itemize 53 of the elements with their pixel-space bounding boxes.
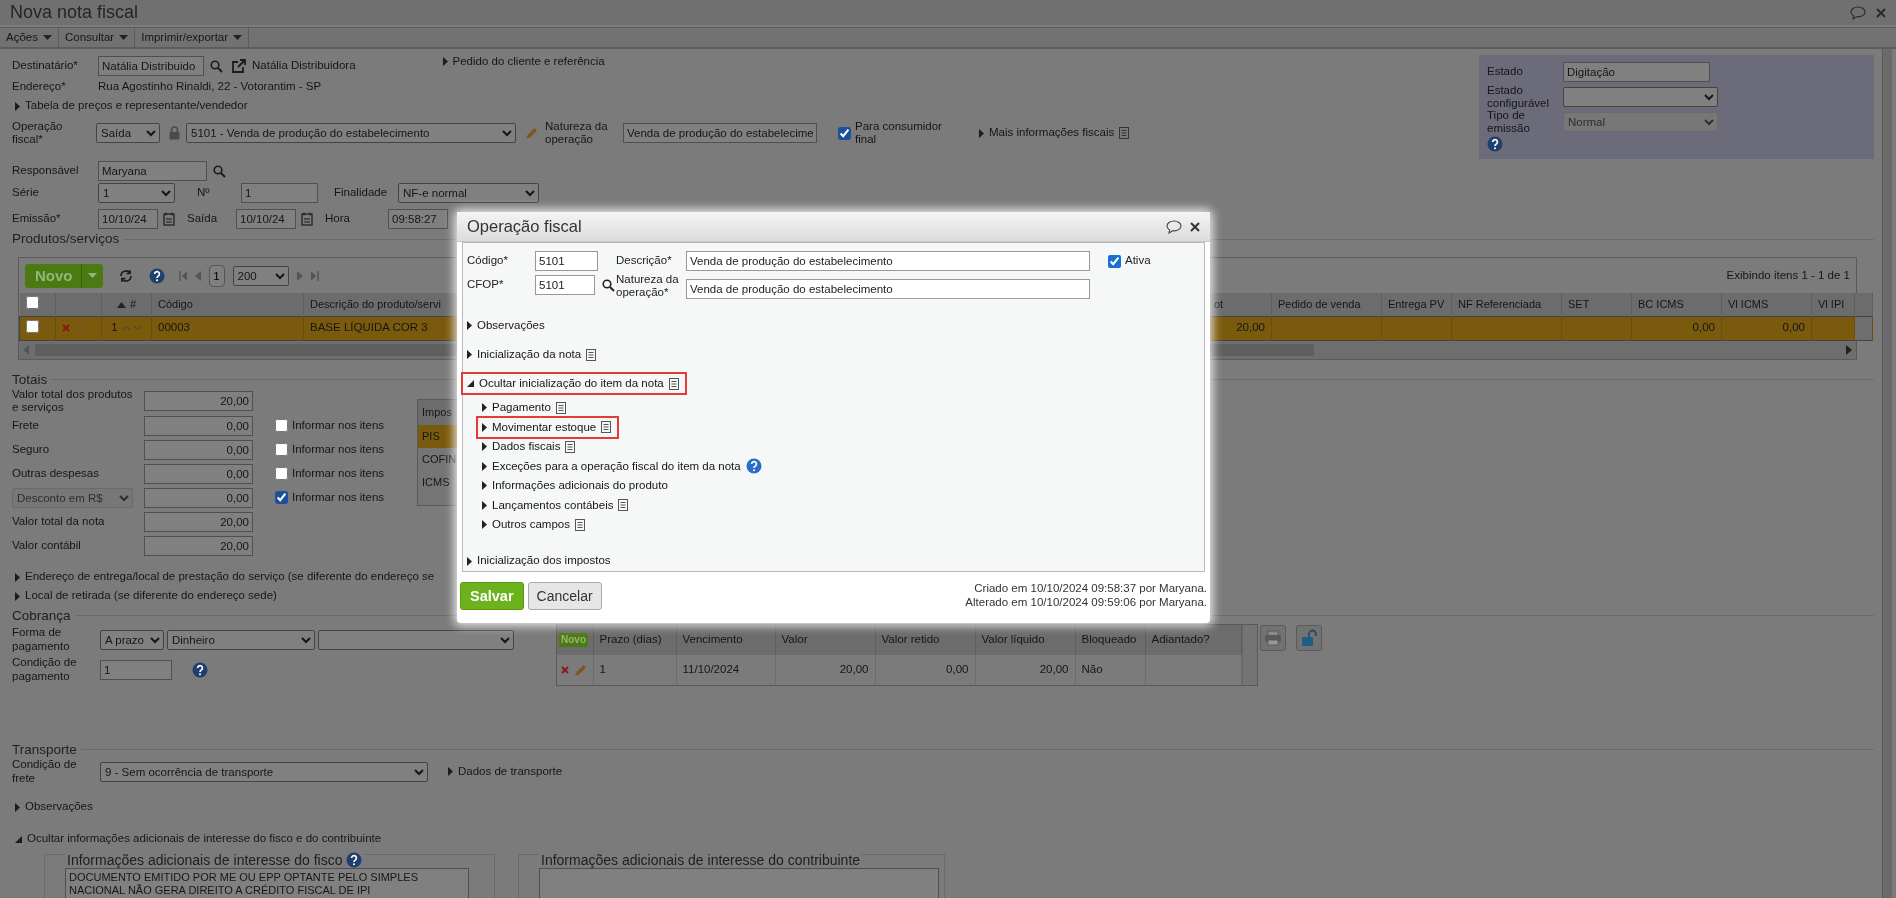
field-label: Natureza da operação <box>545 119 609 147</box>
checkbox-label: Informar nos itens <box>292 442 385 457</box>
table-cell: 1 <box>111 321 118 334</box>
field-label: Nº <box>197 186 211 200</box>
column-header: Impos <box>418 399 457 425</box>
checkbox-label: Ativa <box>1125 254 1151 268</box>
table-cell: 11/10/2024 <box>676 655 775 685</box>
table-cell: 20,00 <box>975 655 1075 685</box>
field-label: Valor contábil <box>12 538 82 553</box>
field-label: Estado configurável <box>1487 83 1550 111</box>
window-title: Nova nota fiscal <box>10 2 139 23</box>
field-label: Finalidade <box>334 186 389 200</box>
field-label: Seguro <box>12 442 51 457</box>
pagination-info: Exibindo itens 1 - 1 de 1 <box>1726 268 1850 283</box>
table-cell: 20,00 <box>775 655 875 685</box>
field-label: CFOP* <box>467 278 505 292</box>
table-cell: Não <box>1075 655 1145 685</box>
section-title: Transporte <box>12 741 77 758</box>
table-cell: 0,00 <box>875 655 975 685</box>
field-label: Descrição* <box>616 254 673 268</box>
field-label: Código* <box>467 254 509 268</box>
field-label: Forma de pagamento <box>12 626 71 653</box>
field-label: Série <box>12 186 40 200</box>
fieldset-title: Informações adicionais de interesse do fisco <box>67 851 343 868</box>
field-label: Frete <box>12 418 40 433</box>
checkbox-label: Informar nos itens <box>292 466 385 481</box>
audit-text: Criado em 10/10/2024 09:58:37 por Maryana. <box>973 582 1207 596</box>
field-label: Emissão* <box>12 212 62 226</box>
section-title: Totais <box>12 371 48 388</box>
field-label: Tipo de emissão <box>1487 108 1530 136</box>
table-cell: 1 <box>593 655 676 685</box>
field-label: Endereço* <box>12 80 67 94</box>
fieldset-title: Informações adicionais de interesse do contribuinte <box>541 851 861 868</box>
field-label: Condição de frete <box>12 758 78 785</box>
field-label: Operação fiscal* <box>12 119 64 147</box>
field-label: Valor total dos produtos e serviços <box>12 387 134 415</box>
field-label: Natureza da operação* <box>616 273 680 300</box>
field-label: Destinatário* <box>12 59 79 73</box>
field-label: Responsável <box>12 164 80 178</box>
field-label: Condição de pagamento <box>12 656 78 683</box>
checkbox-label: Para consumidor final <box>855 119 943 147</box>
audit-text: Alterado em 10/10/2024 09:59:06 por Maryana. <box>965 595 1207 610</box>
field-label: Valor total da nota <box>12 514 106 529</box>
checkbox-label: Informar nos itens <box>292 418 385 433</box>
field-label: Hora <box>325 212 351 226</box>
address-text: Rua Agostinho Rinaldi, 22 - Votorantim - SP <box>98 80 322 94</box>
field-label: Outras despesas <box>12 466 100 481</box>
section-title: Cobrança <box>12 607 71 624</box>
field-label: Estado <box>1487 65 1524 79</box>
checkbox-label: Informar nos itens <box>292 490 385 505</box>
dialog-title: Operação fiscal <box>467 217 582 236</box>
section-title: Produtos/serviços <box>12 231 120 247</box>
field-label: Saída <box>187 212 219 226</box>
